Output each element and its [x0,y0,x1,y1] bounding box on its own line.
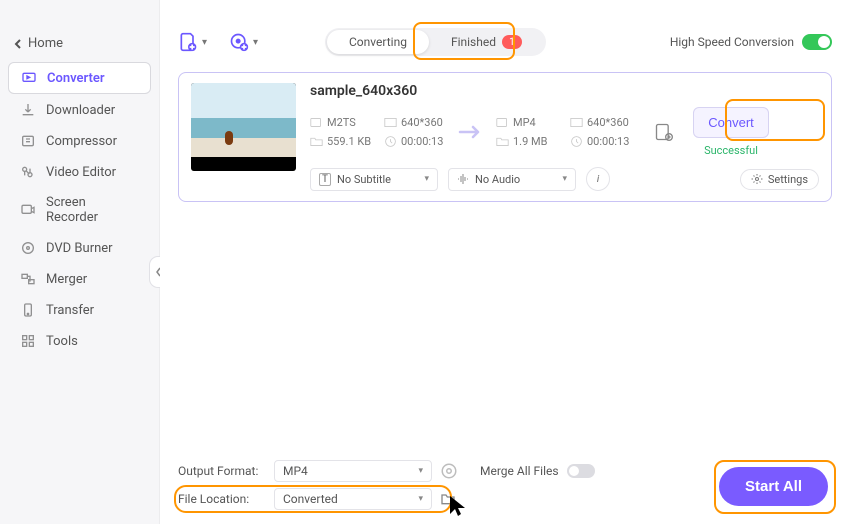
resolution-icon [384,116,397,129]
tab-converting[interactable]: Converting [327,30,429,54]
output-format-value: MP4 [283,464,308,478]
gear-icon [751,173,763,185]
sidebar-item-dvd-burner[interactable]: DVD Burner [8,233,151,263]
folder-icon [310,135,323,148]
sidebar-item-transfer[interactable]: Transfer [8,295,151,325]
sidebar-item-label: Video Editor [46,165,116,180]
output-format-select[interactable]: MP4 ▾ [274,460,432,482]
high-speed-label: High Speed Conversion [670,35,794,49]
dst-duration: 00:00:13 [587,135,629,148]
screen-recorder-icon [20,202,36,218]
merge-files-toggle[interactable] [567,464,595,478]
sidebar-item-label: DVD Burner [46,241,113,256]
chevron-down-icon: ▾ [418,494,423,504]
main-panel: ▾ ▾ Converting Finished 1 [160,0,850,524]
settings-label: Settings [768,173,808,186]
compressor-icon [20,133,36,149]
video-format-icon [496,116,509,129]
open-folder-icon[interactable] [440,491,456,507]
add-file-button[interactable]: ▾ [178,32,207,52]
start-all-button[interactable]: Start All [719,467,828,506]
converter-icon [21,70,37,86]
downloader-icon [20,102,36,118]
file-settings-icon[interactable] [654,122,674,142]
clock-icon [570,135,583,148]
file-location-select[interactable]: Converted ▾ [274,488,432,510]
back-home-label: Home [28,36,63,51]
audio-value: No Audio [475,173,520,186]
conversion-tabs: Converting Finished 1 [325,28,546,56]
high-speed-toggle[interactable] [802,34,832,50]
file-location-value: Converted [283,492,338,506]
chevron-down-icon: ▾ [253,37,258,48]
tools-icon [20,333,36,349]
chevron-down-icon: ▾ [562,174,567,184]
resolution-icon [570,116,583,129]
sidebar: Home Converter Downloader Compressor Vid… [0,0,160,524]
sidebar-item-converter[interactable]: Converter [8,62,151,94]
sidebar-item-tools[interactable]: Tools [8,326,151,356]
info-button[interactable]: i [586,167,610,191]
src-size: 559.1 KB [327,135,371,148]
arrow-right-icon [458,119,484,145]
chevron-down-icon: ▾ [202,37,207,48]
file-card: sample_640x360 M2TS 640*360 559.1 KB 00:… [178,72,832,202]
sidebar-item-downloader[interactable]: Downloader [8,95,151,125]
merge-label: Merge All Files [480,464,559,478]
chevron-down-icon: ▾ [424,174,429,184]
video-editor-icon [20,164,36,180]
footer-bar: Output Format: MP4 ▾ Merge All Files Fil… [178,460,832,510]
sidebar-item-label: Downloader [46,103,115,118]
dvd-burner-icon [20,240,36,256]
video-format-icon [310,116,323,129]
sidebar-item-label: Tools [46,334,78,349]
sidebar-item-label: Compressor [46,134,117,149]
sidebar-item-screen-recorder[interactable]: Screen Recorder [8,188,151,232]
sidebar-item-label: Transfer [46,303,94,318]
settings-button[interactable]: Settings [740,169,819,190]
tab-label: Converting [349,35,407,49]
folder-icon [496,135,509,148]
dst-format: MP4 [513,116,536,129]
sidebar-item-label: Converter [47,71,105,86]
sidebar-item-merger[interactable]: Merger [8,264,151,294]
output-format-label: Output Format: [178,464,266,478]
clock-icon [384,135,397,148]
sidebar-item-video-editor[interactable]: Video Editor [8,157,151,187]
add-disc-button[interactable]: ▾ [229,32,258,52]
merger-icon [20,271,36,287]
output-settings-icon[interactable] [440,462,458,480]
video-thumbnail[interactable] [191,83,296,171]
audio-select[interactable]: No Audio ▾ [448,168,576,191]
sidebar-item-label: Screen Recorder [46,195,139,225]
chevron-down-icon: ▾ [418,466,423,476]
sidebar-item-compressor[interactable]: Compressor [8,126,151,156]
subtitle-select[interactable]: T No Subtitle ▾ [310,168,438,191]
file-name: sample_640x360 [310,83,819,99]
src-duration: 00:00:13 [401,135,443,148]
tab-finished[interactable]: Finished 1 [429,30,544,54]
finished-count-badge: 1 [502,35,522,49]
transfer-icon [20,302,36,318]
src-resolution: 640*360 [401,116,443,129]
status-label: Successful [704,144,758,157]
audio-icon [457,173,469,185]
tab-label: Finished [451,35,496,49]
subtitle-icon: T [319,173,331,186]
dst-size: 1.9 MB [513,135,547,148]
sidebar-item-label: Merger [46,272,87,287]
convert-button[interactable]: Convert [693,107,769,138]
subtitle-value: No Subtitle [337,173,391,186]
file-location-label: File Location: [178,492,266,506]
dst-resolution: 640*360 [587,116,629,129]
src-format: M2TS [327,116,356,129]
back-home-button[interactable]: Home [0,32,159,61]
